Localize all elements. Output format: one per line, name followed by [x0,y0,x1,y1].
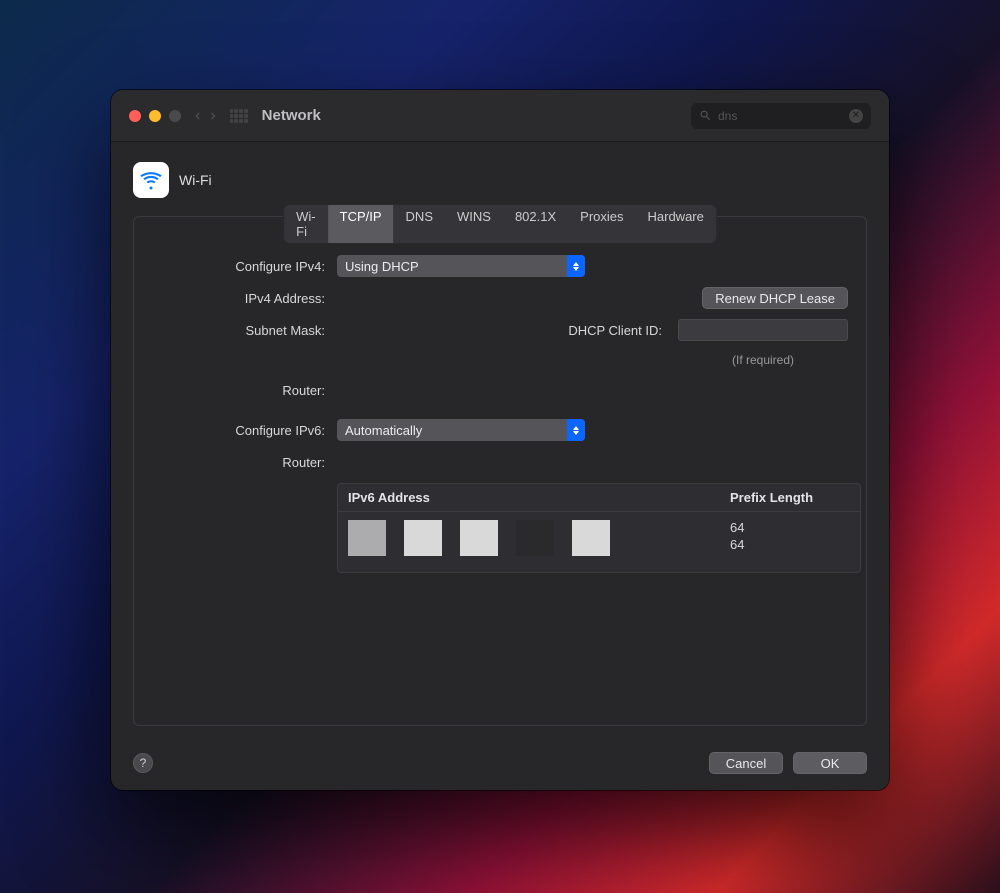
ok-button[interactable]: OK [793,752,867,774]
ipv6-router-label: Router: [152,455,337,470]
dhcp-client-id-input[interactable] [678,319,848,341]
back-button[interactable]: ‹ [195,107,200,125]
chevron-up-down-icon [567,419,585,441]
tab-proxies[interactable]: Proxies [568,205,635,243]
connection-name: Wi-Fi [179,172,212,188]
cancel-button[interactable]: Cancel [709,752,783,774]
configure-ipv6-label: Configure IPv6: [152,423,337,438]
tab-dns[interactable]: DNS [394,205,445,243]
subnet-mask-label: Subnet Mask: [152,323,337,338]
close-window-button[interactable] [129,110,141,122]
show-all-icon[interactable] [230,109,248,123]
titlebar: ‹ › Network dns ✕ [111,90,889,142]
nav-arrows: ‹ › [195,107,216,125]
col-prefix-length: Prefix Length [730,490,850,505]
forward-button[interactable]: › [210,107,215,125]
ipv4-router-label: Router: [152,383,337,398]
search-text: dns [718,109,849,123]
tab-bar: Wi-Fi TCP/IP DNS WINS 802.1X Proxies Har… [284,205,716,243]
minimize-window-button[interactable] [149,110,161,122]
network-preferences-window: ‹ › Network dns ✕ Wi-Fi Wi-Fi TCP/IP DNS… [111,90,889,790]
redacted-block [516,520,554,556]
help-button[interactable]: ? [133,753,153,773]
zoom-window-button [169,110,181,122]
renew-dhcp-lease-button[interactable]: Renew DHCP Lease [702,287,848,309]
ipv6-address-table: IPv6 Address Prefix Length 64 [337,483,861,573]
redacted-block [460,520,498,556]
dhcp-client-id-hint: (If required) [678,353,848,367]
clear-search-button[interactable]: ✕ [849,109,863,123]
prefix-length-value: 64 [730,520,850,535]
configure-ipv4-select[interactable]: Using DHCP [337,255,585,277]
connection-header: Wi-Fi [133,162,867,198]
tab-8021x[interactable]: 802.1X [503,205,568,243]
dhcp-client-id-label: DHCP Client ID: [568,323,662,338]
search-field[interactable]: dns ✕ [691,103,871,129]
footer: ? Cancel OK [111,740,889,790]
redacted-block [572,520,610,556]
prefix-length-value: 64 [730,537,850,552]
configure-ipv6-select[interactable]: Automatically [337,419,585,441]
tab-hardware[interactable]: Hardware [636,205,716,243]
window-controls [129,110,181,122]
wifi-icon [133,162,169,198]
redacted-block [404,520,442,556]
chevron-up-down-icon [567,255,585,277]
configure-ipv4-label: Configure IPv4: [152,259,337,274]
settings-panel: Wi-Fi TCP/IP DNS WINS 802.1X Proxies Har… [133,216,867,726]
tab-wifi[interactable]: Wi-Fi [284,205,328,243]
col-ipv6-address: IPv6 Address [348,490,730,505]
tab-tcpip[interactable]: TCP/IP [328,205,394,243]
ipv6-address-cell [348,520,730,556]
search-icon [699,109,712,122]
ipv4-address-label: IPv4 Address: [152,291,337,306]
window-title: Network [262,107,321,124]
redacted-block [348,520,386,556]
tab-wins[interactable]: WINS [445,205,503,243]
